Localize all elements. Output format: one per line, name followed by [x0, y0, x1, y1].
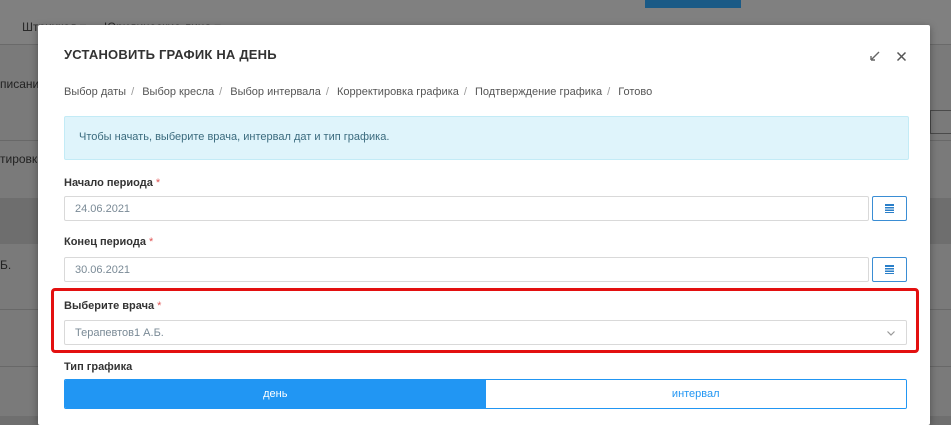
period-start-input[interactable]: 24.06.2021	[64, 196, 869, 221]
breadcrumb-step-chair: Выбор кресла	[142, 86, 215, 98]
schedule-type-label: Тип графика	[64, 361, 133, 373]
schedule-type-interval-button[interactable]: интервал	[485, 380, 906, 408]
period-end-input[interactable]: 30.06.2021	[64, 257, 869, 282]
breadcrumb-step-confirm: Подтверждение графика	[475, 86, 603, 98]
bg-text-fragment: Б.	[0, 258, 12, 272]
info-alert: Чтобы начать, выберите врача, интервал д…	[64, 116, 909, 160]
calendar-icon	[885, 265, 894, 274]
schedule-type-day-button[interactable]: день	[65, 380, 486, 408]
modal-title: УСТАНОВИТЬ ГРАФИК НА ДЕНЬ	[64, 47, 277, 62]
bg-button	[930, 110, 951, 134]
background-accent	[645, 0, 741, 8]
breadcrumb-step-date: Выбор даты	[64, 86, 127, 98]
schedule-modal: УСТАНОВИТЬ ГРАФИК НА ДЕНЬ Выбор даты / Вы…	[38, 25, 930, 425]
period-start-value: 24.06.2021	[75, 203, 131, 215]
period-end-value: 30.06.2021	[75, 264, 131, 276]
breadcrumb-step-correction: Корректировка графика	[336, 86, 459, 98]
modal-header-icons	[868, 49, 908, 63]
collapse-icon[interactable]	[868, 49, 882, 63]
period-start-calendar-button[interactable]	[872, 196, 907, 221]
period-end-label: Конец периода *	[64, 236, 154, 248]
calendar-icon	[885, 204, 894, 213]
info-alert-text: Чтобы начать, выберите врача, интервал д…	[79, 131, 390, 143]
schedule-type-toggle: день интервал	[64, 379, 907, 409]
breadcrumb-step-interval: Выбор интервала	[230, 86, 321, 98]
breadcrumb-step-done: Готово	[618, 86, 653, 98]
wizard-breadcrumb: Выбор даты / Выбор кресла / Выбор интервал…	[64, 86, 653, 98]
period-end-calendar-button[interactable]	[872, 257, 907, 282]
period-start-label: Начало периода *	[64, 177, 161, 189]
doctor-highlight-frame	[51, 288, 919, 353]
close-icon[interactable]	[894, 49, 908, 63]
